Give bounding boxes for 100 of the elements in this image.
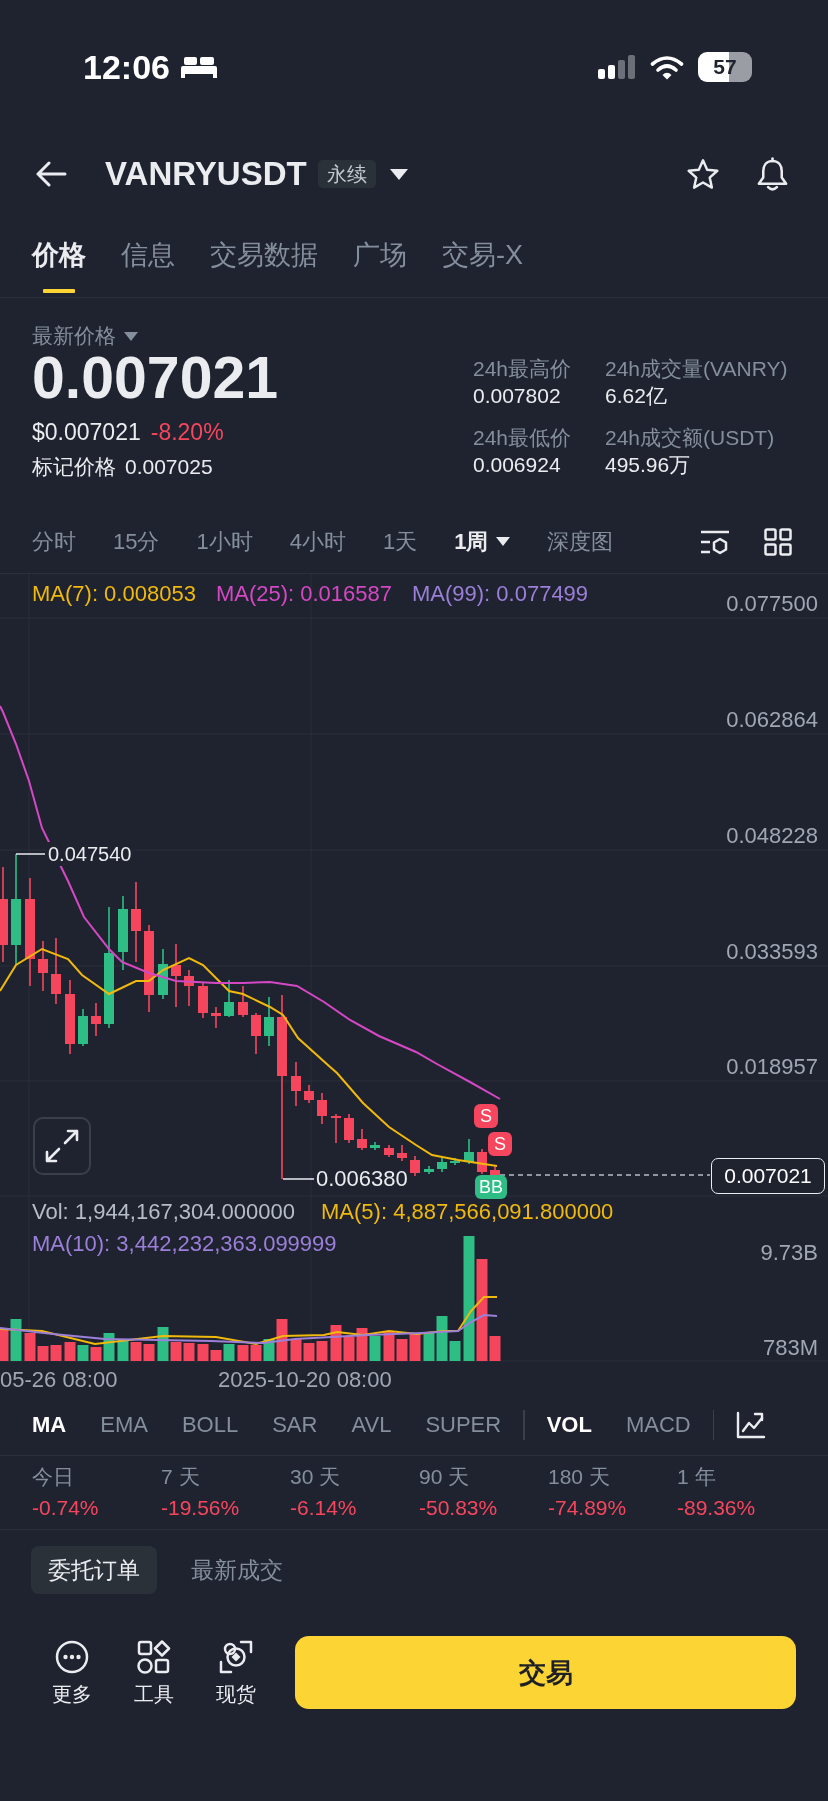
stat-label: 24h最低价 [473, 425, 573, 450]
indicator-tab[interactable]: SAR [272, 1410, 318, 1440]
stat-label: 24h成交量(VANRY) [605, 356, 788, 381]
ma-legend: MA(7): 0.008053 [32, 582, 196, 606]
back-icon[interactable] [35, 161, 67, 187]
candle [397, 1144, 407, 1162]
contract-badge: 永续 [317, 160, 376, 188]
volume-bar [50, 1345, 62, 1361]
grid-icon[interactable] [764, 527, 792, 556]
usd-price: $0.007021 [32, 418, 141, 446]
time-axis-label: 05-26 08:00 [0, 1368, 118, 1392]
interval-tab[interactable]: 4小时 [289, 526, 346, 557]
caret-icon[interactable] [389, 168, 408, 180]
time-axis-label: 2025-10-20 08:00 [218, 1368, 392, 1392]
expand-button[interactable] [33, 1117, 91, 1175]
buy-marker: BB [475, 1175, 507, 1199]
stat-value: 0.006924 [473, 452, 562, 478]
price-axis-label: 0.033593 [726, 940, 818, 964]
ma-legend: MA(99): 0.077499 [412, 582, 589, 606]
period-label: 90 天 [419, 1465, 471, 1489]
candle [211, 1006, 221, 1029]
interval-tab[interactable]: 1天 [383, 526, 418, 557]
volume-bar [369, 1336, 381, 1361]
candle [38, 940, 48, 992]
volume-legend: MA(5): 4,887,566,091.800000 [321, 1199, 614, 1225]
indicator-tab[interactable]: EMA [100, 1410, 148, 1440]
interval-tab[interactable]: 1周 [454, 526, 511, 557]
chart-settings-icon[interactable] [700, 528, 730, 555]
indicator-tab[interactable]: SUPER [425, 1410, 502, 1440]
volume-bar [117, 1340, 129, 1361]
candle [424, 1165, 434, 1175]
volume-bar [237, 1345, 249, 1361]
candle [78, 1008, 88, 1047]
volume-bar [143, 1344, 155, 1361]
tab[interactable]: 交易-X [442, 214, 523, 297]
order-tab[interactable]: 最新成交 [174, 1546, 300, 1594]
expand-icon [45, 1129, 79, 1163]
low-price-label: 0.006380 [316, 1167, 408, 1191]
tab[interactable]: 交易数据 [210, 214, 318, 297]
coin-scan-icon [219, 1640, 253, 1674]
candle [291, 1061, 301, 1107]
toolbar-action[interactable]: 现货 [201, 1636, 271, 1706]
high-price-label: 0.047540 [46, 842, 134, 866]
period-change: -6.14% [290, 1495, 358, 1521]
trade-button[interactable]: 交易 [295, 1636, 796, 1709]
price-axis-label: 0.077500 [726, 592, 818, 616]
sell-marker: S [488, 1132, 512, 1156]
toolbar-action[interactable]: 更多 [37, 1636, 107, 1706]
tab[interactable]: 信息 [121, 214, 175, 297]
interval-tab[interactable]: 深度图 [547, 526, 614, 557]
bell-icon[interactable] [755, 156, 790, 192]
volume-bar [396, 1339, 408, 1361]
line-chart-icon[interactable] [736, 1411, 767, 1439]
interval-tab[interactable]: 15分 [113, 526, 160, 557]
pair-title: VANRYUSDT [105, 155, 307, 193]
last-price-tag: 0.007021 [711, 1158, 825, 1194]
bed-icon [180, 56, 217, 78]
candle [344, 1113, 354, 1144]
candle [251, 1012, 261, 1055]
ma-legend: MA(25): 0.016587 [215, 582, 392, 606]
volume-bar [409, 1333, 421, 1361]
tab[interactable]: 广场 [353, 214, 407, 297]
candle [384, 1144, 394, 1158]
candle [370, 1141, 380, 1151]
candle [477, 1148, 487, 1175]
candle [357, 1128, 367, 1151]
interval-tab[interactable]: 分时 [32, 526, 76, 557]
candle [464, 1138, 474, 1165]
price-axis-label: 0.018957 [726, 1055, 818, 1079]
price-change: -8.20% [150, 418, 224, 446]
sell-marker: S [474, 1104, 498, 1128]
period-label: 7 天 [161, 1465, 201, 1489]
high-leader-line [15, 853, 46, 855]
volume-bar [250, 1345, 262, 1361]
candle [450, 1157, 460, 1166]
star-icon[interactable] [686, 158, 720, 190]
period-label: 1 年 [677, 1465, 717, 1489]
candle [317, 1092, 327, 1125]
candle [264, 996, 274, 1047]
period-change: -89.36% [677, 1495, 757, 1521]
volume-bar [383, 1331, 395, 1361]
order-tab[interactable]: 委托订单 [31, 1546, 157, 1594]
indicator-tab[interactable]: MA [32, 1410, 67, 1440]
indicator-tab[interactable]: VOL [546, 1410, 592, 1440]
stat-value: 0.007802 [473, 383, 562, 409]
volume-axis-label: 783M [762, 1336, 818, 1360]
volume-legend: Vol: 1,944,167,304.000000 [32, 1199, 296, 1225]
toolbar-action[interactable]: 工具 [119, 1636, 189, 1706]
indicator-tab[interactable]: MACD [625, 1410, 691, 1440]
interval-tab[interactable]: 1小时 [196, 526, 253, 557]
stat-label: 24h最高价 [473, 356, 573, 381]
more-icon [55, 1640, 89, 1674]
period-change: -19.56% [161, 1495, 241, 1521]
tab[interactable]: 价格 [32, 214, 86, 297]
indicator-tab[interactable]: AVL [351, 1410, 392, 1440]
candle [437, 1157, 447, 1173]
indicator-tab[interactable]: BOLL [181, 1410, 239, 1440]
low-leader-line [282, 1178, 315, 1180]
volume-bar [183, 1343, 195, 1361]
stat-value: 6.62亿 [605, 383, 668, 409]
